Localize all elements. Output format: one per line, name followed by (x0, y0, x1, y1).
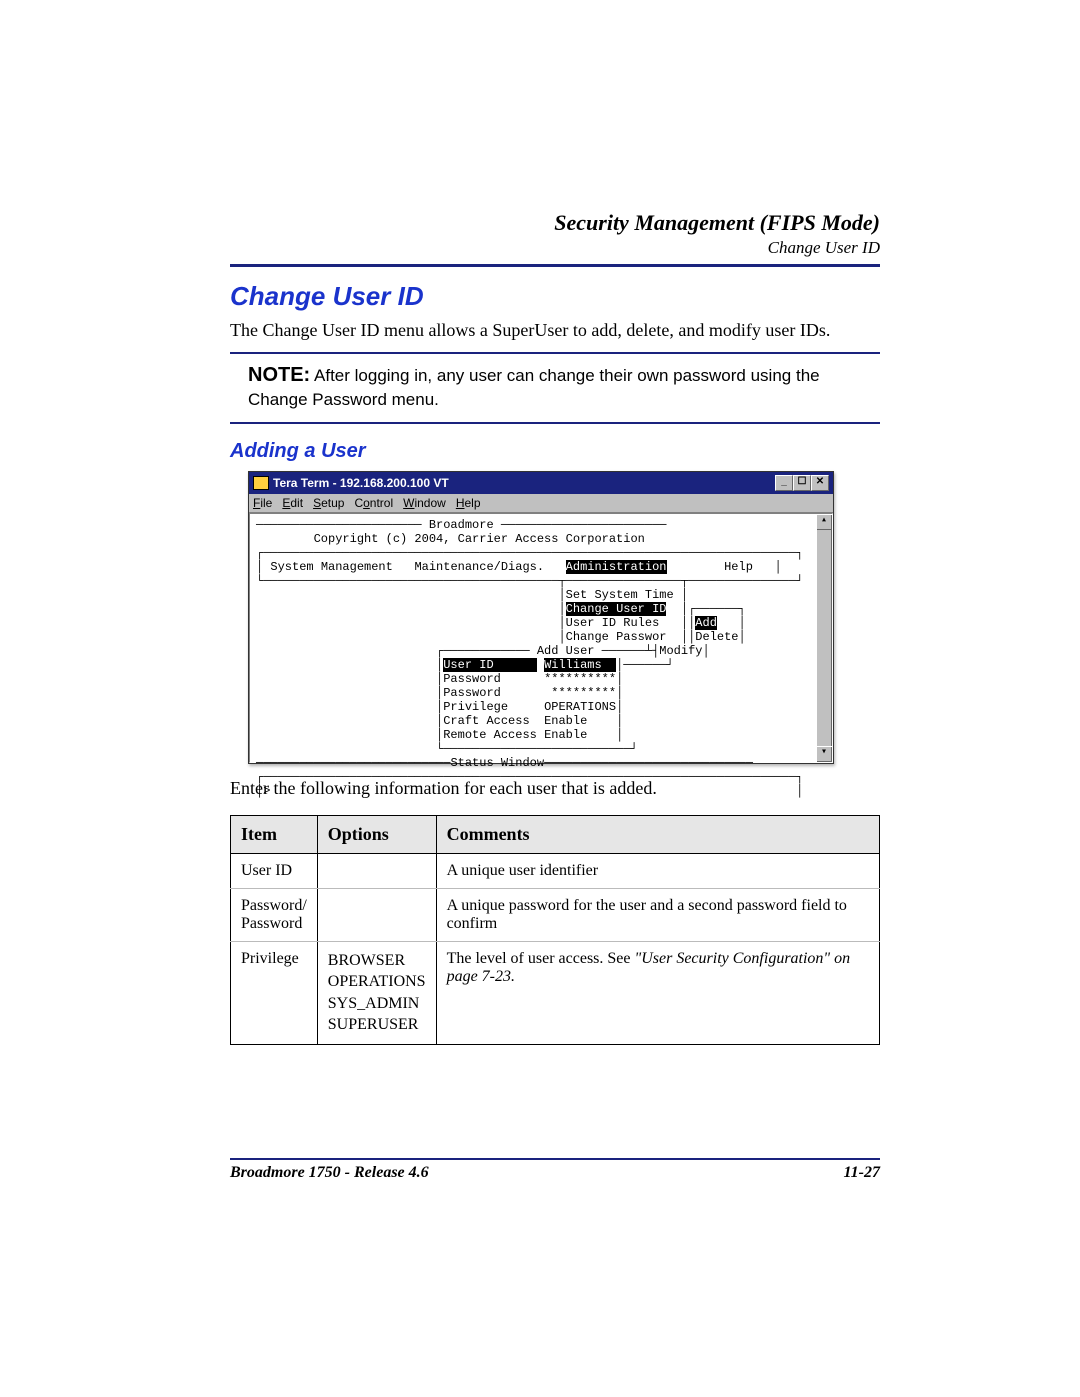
side-delete[interactable]: Delete (695, 630, 738, 644)
page: Security Management (FIPS Mode) Change U… (0, 0, 1080, 1397)
page-footer: Broadmore 1750 - Release 4.6 11-27 (230, 1158, 880, 1182)
terminal-titlebar: Tera Term - 192.168.200.100 VT _ ☐ ✕ (249, 472, 833, 494)
topmenu-admin[interactable]: Administration (566, 560, 667, 574)
menu-window[interactable]: Window (403, 496, 446, 510)
cell-options: BROWSER OPERATIONS SYS_ADMIN SUPERUSER (317, 941, 436, 1044)
fld-remote-v[interactable]: Enable (544, 728, 587, 742)
comments-pre: The level of user access. See (447, 950, 635, 967)
side-modify[interactable]: Modify (659, 644, 702, 658)
side-add[interactable]: Add (695, 616, 717, 630)
dd-rules[interactable]: User ID Rules (566, 616, 660, 630)
table-row: Password/Password A unique password for … (231, 888, 880, 941)
table-row: Privilege BROWSER OPERATIONS SYS_ADMIN S… (231, 941, 880, 1044)
dialog-title: Add User (537, 644, 595, 658)
header-title: Security Management (FIPS Mode) (230, 210, 880, 236)
fld-priv-v[interactable]: OPERATIONS (544, 700, 616, 714)
terminal-content: ─────────────────────── Broadmore ──────… (250, 518, 832, 798)
terminal-body: ─────────────────────── Broadmore ──────… (249, 513, 833, 763)
window-controls: _ ☐ ✕ (775, 475, 829, 491)
minimize-button[interactable]: _ (775, 475, 793, 491)
app-icon (253, 476, 269, 490)
fld-priv-l: Privilege (443, 700, 508, 714)
menu-help[interactable]: Help (456, 496, 481, 510)
menu-control[interactable]: Control (354, 496, 393, 510)
fld-remote-l: Remote Access (443, 728, 537, 742)
options-table: Item Options Comments User ID A unique u… (230, 815, 880, 1045)
subsection-title: Adding a User (230, 440, 880, 463)
opt-superuser: SUPERUSER (328, 1014, 426, 1036)
topmenu-help[interactable]: Help (724, 560, 753, 574)
fld-pw2-v[interactable]: ********* (551, 686, 616, 700)
cell-item: User ID (231, 853, 318, 888)
th-comments: Comments (436, 815, 879, 853)
menu-setup[interactable]: Setup (313, 496, 344, 510)
footer-left: Broadmore 1750 - Release 4.6 (230, 1164, 429, 1182)
fld-userid-l: User ID (443, 658, 537, 672)
status-window-label: Status Window (450, 756, 544, 770)
note-label: NOTE: (248, 364, 310, 386)
th-options: Options (317, 815, 436, 853)
cell-comments: A unique password for the user and a sec… (436, 888, 879, 941)
terminal-menubar: File Edit Setup Control Window Help (249, 494, 833, 513)
note-box: NOTE: After logging in, any user can cha… (230, 352, 880, 424)
fld-userid-v[interactable]: Williams (544, 658, 616, 672)
close-button[interactable]: ✕ (811, 475, 829, 491)
topmenu-maint[interactable]: Maintenance/Diags. (414, 560, 544, 574)
menu-edit[interactable]: Edit (282, 496, 303, 510)
section-intro: The Change User ID menu allows a SuperUs… (230, 318, 880, 342)
table-row: User ID A unique user identifier (231, 853, 880, 888)
th-item: Item (231, 815, 318, 853)
cell-options (317, 888, 436, 941)
dd-change-user[interactable]: Change User ID (566, 602, 667, 616)
scroll-up-icon[interactable]: ▴ (816, 514, 832, 530)
window-title-text: Tera Term - 192.168.200.100 VT (273, 476, 449, 490)
section-title: Change User ID (230, 281, 880, 312)
scroll-down-icon[interactable]: ▾ (816, 746, 832, 762)
cell-item: Password/Password (231, 888, 318, 941)
opt-operations: OPERATIONS (328, 971, 426, 993)
scrollbar[interactable]: ▴ ▾ (816, 514, 832, 762)
footer-right: 11-27 (844, 1164, 880, 1182)
cell-item: Privilege (231, 941, 318, 1044)
maximize-button[interactable]: ☐ (793, 475, 811, 491)
prompt[interactable]: > (263, 784, 270, 798)
opt-sysadmin: SYS_ADMIN (328, 993, 426, 1015)
terminal-window: Tera Term - 192.168.200.100 VT _ ☐ ✕ Fil… (248, 471, 834, 764)
opt-browser: BROWSER (328, 950, 426, 972)
menu-file[interactable]: File (253, 496, 272, 510)
banner2: Copyright (c) 2004, Carrier Access Corpo… (314, 532, 645, 546)
cell-options (317, 853, 436, 888)
fld-pw2-l: Password (443, 686, 501, 700)
dd-set-time[interactable]: Set System Time (566, 588, 674, 602)
table-header-row: Item Options Comments (231, 815, 880, 853)
dd-change-pw[interactable]: Change Passwor (566, 630, 667, 644)
fld-craft-v[interactable]: Enable (544, 714, 587, 728)
note-text: After logging in, any user can change th… (248, 366, 820, 409)
header-subtitle: Change User ID (230, 238, 880, 258)
cell-comments: The level of user access. See "User Secu… (436, 941, 879, 1044)
banner1: Broadmore (429, 518, 494, 532)
header-rule (230, 264, 880, 267)
running-header: Security Management (FIPS Mode) Change U… (230, 210, 880, 258)
fld-craft-l: Craft Access (443, 714, 529, 728)
cell-comments: A unique user identifier (436, 853, 879, 888)
fld-pw1-l: Password (443, 672, 501, 686)
fld-pw1-v[interactable]: ********** (544, 672, 616, 686)
topmenu-sysmgmt[interactable]: System Management (270, 560, 392, 574)
